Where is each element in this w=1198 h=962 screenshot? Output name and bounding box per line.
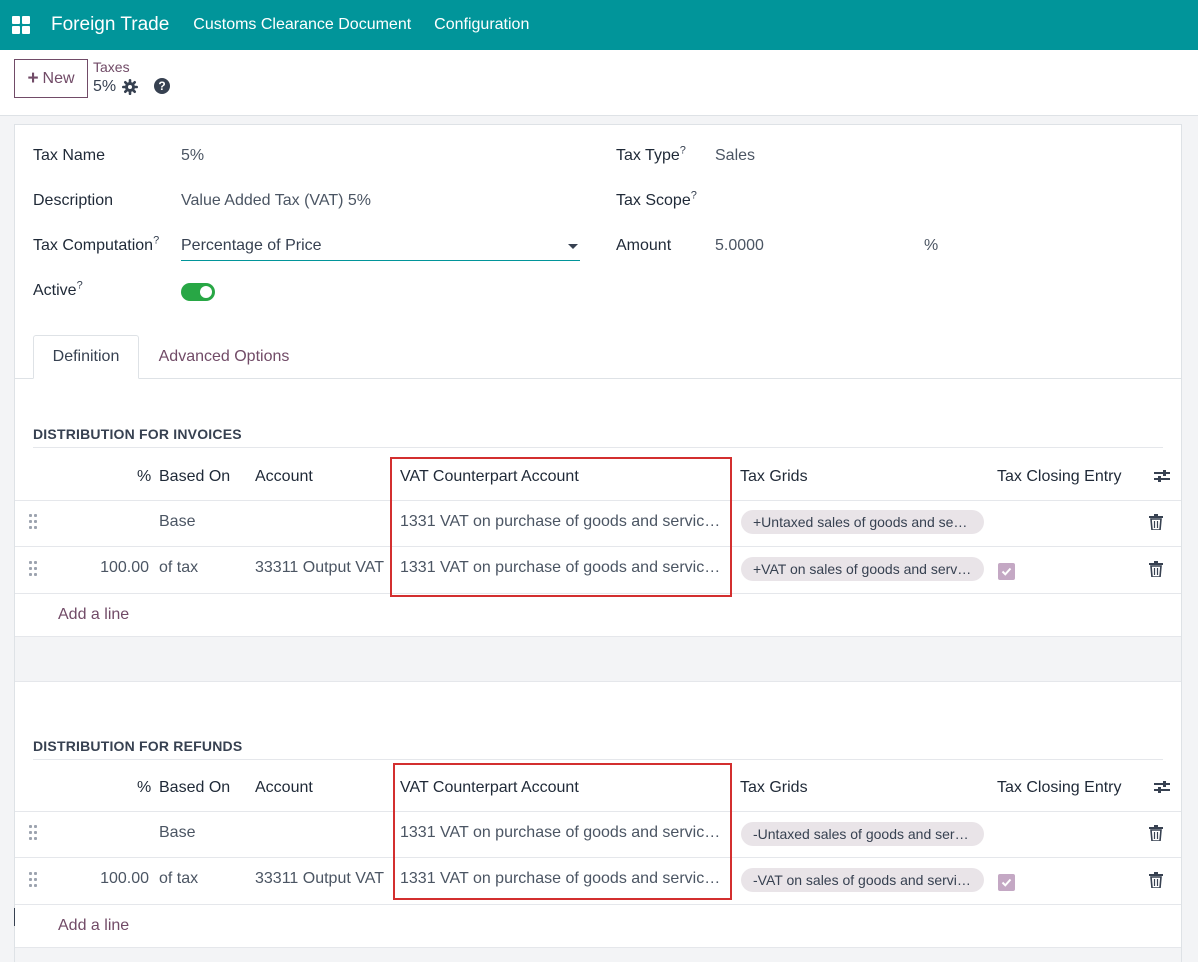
col-vat-counterpart[interactable]: VAT Counterpart Account	[400, 779, 579, 797]
tax-name-label: Tax Name	[33, 147, 106, 164]
tax-grid-tag[interactable]: +VAT on sales of goods and serv…	[741, 557, 984, 581]
trash-icon[interactable]	[1149, 514, 1163, 530]
row-divider	[15, 593, 1181, 594]
col-account[interactable]: Account	[255, 779, 313, 797]
col-based-on[interactable]: Based On	[159, 779, 230, 797]
trash-icon[interactable]	[1149, 561, 1163, 577]
col-tax-grids[interactable]: Tax Grids	[740, 468, 808, 486]
description-label: Description	[33, 192, 114, 209]
help-mark: ?	[679, 144, 686, 157]
col-tax-grids[interactable]: Tax Grids	[740, 779, 808, 797]
menu-configuration[interactable]: Configuration	[434, 16, 529, 34]
app-brand[interactable]: Foreign Trade	[51, 14, 169, 36]
description-value[interactable]: Value Added Tax (VAT) 5%	[181, 192, 371, 210]
invoices-section-title: DISTRIBUTION FOR INVOICES	[33, 426, 242, 442]
tax-computation-select[interactable]: Percentage of Price	[181, 237, 580, 261]
tax-type-value[interactable]: Sales	[715, 147, 755, 165]
cell-based-on[interactable]: of tax	[159, 870, 198, 888]
row-divider	[15, 811, 1181, 812]
row-divider	[15, 546, 1181, 547]
col-based-on[interactable]: Based On	[159, 468, 230, 486]
help-mark: ?	[76, 279, 83, 292]
row-divider	[15, 681, 1181, 682]
new-button-label: New	[42, 69, 75, 87]
tax-grid-tag[interactable]: +Untaxed sales of goods and ser…	[741, 510, 984, 534]
trash-icon[interactable]	[1149, 825, 1163, 841]
column-settings-icon[interactable]	[1153, 468, 1171, 484]
row-divider	[15, 904, 1181, 905]
cell-account[interactable]: 33311 Output VAT	[255, 870, 391, 888]
amount-label: Amount	[616, 237, 672, 254]
cell-percent[interactable]: 100.00	[75, 559, 149, 577]
col-percent[interactable]: %	[137, 468, 151, 486]
tax-grid-tag[interactable]: -VAT on sales of goods and servi…	[741, 868, 984, 892]
control-panel: + New Taxes 5% ?	[0, 50, 1198, 116]
text-cursor	[14, 908, 15, 926]
cell-vat-counterpart[interactable]: 1331 VAT on purchase of goods and servic…	[400, 513, 728, 531]
refunds-section-title: DISTRIBUTION FOR REFUNDS	[33, 738, 243, 754]
col-tax-closing-entry[interactable]: Tax Closing Entry	[997, 468, 1122, 486]
active-toggle[interactable]	[181, 283, 215, 301]
cell-based-on[interactable]: Base	[159, 824, 195, 842]
cell-account[interactable]: 33311 Output VAT	[255, 559, 391, 577]
tax-computation-label: Tax Computation?	[33, 234, 160, 254]
add-line-link[interactable]: Add a line	[58, 606, 129, 624]
breadcrumb-taxes[interactable]: Taxes	[93, 59, 130, 75]
gear-icon[interactable]	[122, 79, 138, 95]
trash-icon[interactable]	[1149, 872, 1163, 888]
cell-percent[interactable]: 100.00	[75, 870, 149, 888]
tax-grid-tag[interactable]: -Untaxed sales of goods and ser…	[741, 822, 984, 846]
row-divider	[15, 857, 1181, 858]
cell-based-on[interactable]: of tax	[159, 559, 198, 577]
plus-icon: +	[27, 68, 39, 89]
tax-computation-value: Percentage of Price	[181, 237, 322, 254]
help-icon[interactable]: ?	[154, 78, 170, 94]
breadcrumb-current-record: 5%	[93, 78, 117, 95]
apps-menu-icon[interactable]	[0, 0, 42, 50]
menu-customs-clearance[interactable]: Customs Clearance Document	[193, 16, 411, 34]
col-tax-closing-entry[interactable]: Tax Closing Entry	[997, 779, 1122, 797]
amount-unit: %	[924, 237, 939, 254]
add-line-link[interactable]: Add a line	[58, 917, 129, 935]
drag-handle-icon[interactable]	[29, 514, 39, 530]
tax-scope-label: Tax Scope?	[616, 189, 697, 209]
section-divider	[33, 447, 1163, 448]
top-navbar: Foreign Trade Customs Clearance Document…	[0, 0, 1198, 50]
help-mark: ?	[690, 189, 697, 202]
section-divider	[33, 759, 1163, 760]
new-button[interactable]: + New	[14, 59, 88, 98]
tax-type-label: Tax Type?	[616, 144, 686, 164]
column-settings-icon[interactable]	[1153, 779, 1171, 795]
tax-closing-checkbox[interactable]	[998, 563, 1015, 580]
col-percent[interactable]: %	[137, 779, 151, 797]
table-footer-band	[15, 948, 1181, 962]
tab-definition[interactable]: Definition	[33, 335, 139, 379]
tax-closing-checkbox[interactable]	[998, 874, 1015, 891]
cell-vat-counterpart[interactable]: 1331 VAT on purchase of goods and servic…	[400, 824, 728, 842]
help-mark: ?	[153, 234, 160, 247]
tax-name-value[interactable]: 5%	[181, 147, 204, 165]
drag-handle-icon[interactable]	[29, 825, 39, 841]
toggle-knob	[200, 286, 212, 298]
form-sheet: Tax Name 5% Description Value Added Tax …	[14, 124, 1182, 962]
caret-down-icon	[568, 244, 578, 249]
tab-advanced-options[interactable]: Advanced Options	[139, 335, 309, 379]
cell-vat-counterpart[interactable]: 1331 VAT on purchase of goods and servic…	[400, 870, 728, 888]
col-account[interactable]: Account	[255, 468, 313, 486]
cell-based-on[interactable]: Base	[159, 513, 195, 531]
row-divider	[15, 500, 1181, 501]
drag-handle-icon[interactable]	[29, 872, 39, 888]
table-footer-band	[15, 637, 1181, 681]
amount-value[interactable]: 5.0000	[715, 237, 764, 255]
drag-handle-icon[interactable]	[29, 561, 39, 577]
active-label: Active?	[33, 279, 83, 299]
cell-vat-counterpart[interactable]: 1331 VAT on purchase of goods and servic…	[400, 559, 728, 577]
col-vat-counterpart[interactable]: VAT Counterpart Account	[400, 468, 579, 486]
